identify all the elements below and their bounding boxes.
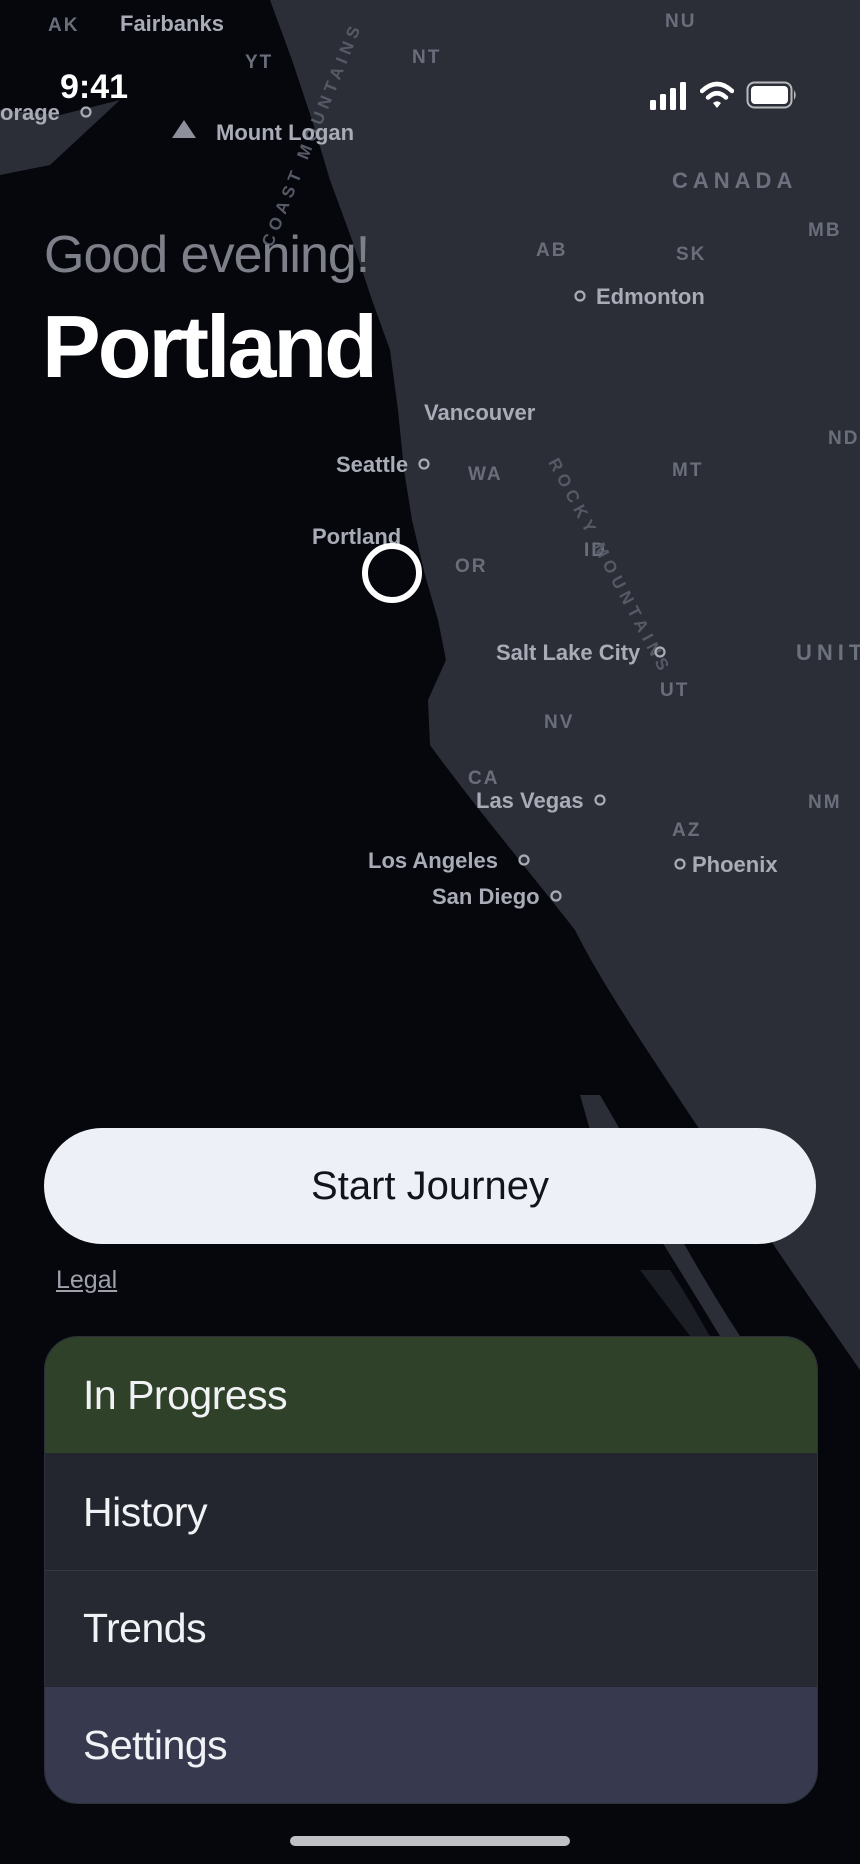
city-label: Las Vegas bbox=[476, 788, 584, 813]
region-label: AB bbox=[536, 240, 567, 261]
region-label: SK bbox=[676, 244, 706, 265]
region-label: ND bbox=[828, 428, 859, 449]
current-location-marker[interactable] bbox=[362, 543, 422, 603]
region-label: UT bbox=[660, 680, 689, 701]
city-title: Portland bbox=[42, 297, 378, 396]
status-bar: 9:41 bbox=[0, 0, 860, 190]
app-screen: CANADA UNIT AK YT NT NU AB SK MB ND WA M… bbox=[0, 0, 860, 1864]
country-label: UNIT bbox=[796, 640, 860, 665]
region-label: NM bbox=[808, 792, 842, 813]
city-label: Seattle bbox=[336, 452, 408, 477]
city-label: Vancouver bbox=[424, 400, 536, 425]
menu-item-history[interactable]: History bbox=[45, 1454, 817, 1570]
home-indicator[interactable] bbox=[290, 1836, 570, 1846]
greeting-text: Good evening! bbox=[44, 226, 370, 284]
battery-icon bbox=[746, 81, 796, 109]
menu-item-trends[interactable]: Trends bbox=[45, 1570, 817, 1686]
start-journey-button[interactable]: Start Journey bbox=[44, 1128, 816, 1244]
region-label: NV bbox=[544, 712, 574, 733]
wifi-icon bbox=[700, 81, 734, 108]
region-label: WA bbox=[468, 464, 503, 485]
menu-item-settings[interactable]: Settings bbox=[45, 1687, 817, 1803]
city-label: Salt Lake City bbox=[496, 640, 641, 665]
region-label: MB bbox=[808, 220, 842, 241]
city-label: Los Angeles bbox=[368, 848, 498, 873]
region-label: MT bbox=[672, 460, 703, 481]
city-label: Phoenix bbox=[692, 852, 778, 877]
city-label: Edmonton bbox=[596, 284, 705, 309]
region-label: AZ bbox=[672, 820, 701, 841]
main-menu: In Progress History Trends Settings bbox=[44, 1336, 818, 1804]
menu-item-in-progress[interactable]: In Progress bbox=[45, 1337, 817, 1453]
cellular-signal-icon bbox=[650, 82, 686, 110]
region-label: CA bbox=[468, 768, 499, 789]
legal-link[interactable]: Legal bbox=[56, 1266, 117, 1295]
region-label: OR bbox=[455, 556, 488, 577]
status-time: 9:41 bbox=[60, 68, 129, 106]
city-label: San Diego bbox=[432, 884, 540, 909]
